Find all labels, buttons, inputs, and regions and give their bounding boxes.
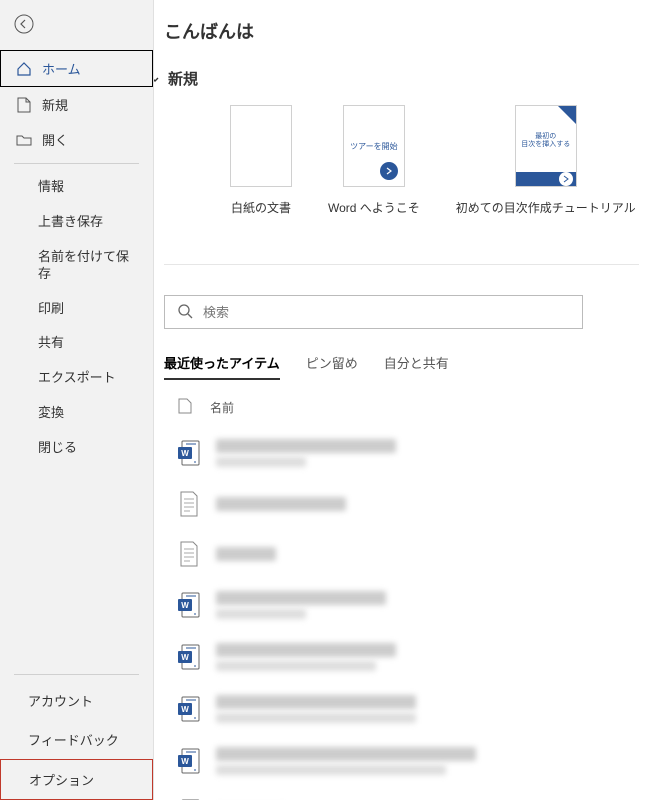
sidebar-item-open[interactable]: 開く (0, 122, 153, 157)
file-name-redacted (216, 439, 396, 467)
file-row[interactable]: W (164, 579, 649, 631)
template-welcome[interactable]: ツアーを開始 Word へようこそ (328, 105, 420, 216)
template-row: 白紙の文書 ツアーを開始 Word へようこそ 最初の 目次を挿入する (230, 105, 639, 216)
word-file-icon: W (178, 748, 200, 774)
file-row[interactable] (164, 529, 649, 579)
main-area: こんばんは 新規 白紙の文書 ツアーを開始 Word へようこそ (154, 0, 649, 800)
svg-text:W: W (181, 449, 189, 458)
file-name-redacted (216, 591, 386, 619)
file-row[interactable]: W (164, 427, 649, 479)
svg-text:W: W (181, 601, 189, 610)
file-name-redacted (216, 547, 276, 561)
file-row[interactable]: W (164, 787, 649, 800)
file-row[interactable]: W (164, 735, 649, 787)
file-name-redacted (216, 695, 416, 723)
arrow-right-icon (559, 172, 573, 186)
text-file-icon (178, 491, 200, 517)
section-new-title: 新規 (168, 68, 198, 89)
corner-fold-icon (558, 106, 576, 124)
tab-shared[interactable]: 自分と共有 (384, 353, 449, 380)
sidebar-item-save[interactable]: 上書き保存 (0, 205, 153, 240)
sidebar-label-home: ホーム (42, 59, 81, 78)
sidebar-item-new[interactable]: 新規 (0, 87, 153, 122)
sidebar-item-info[interactable]: 情報 (0, 170, 153, 205)
back-arrow-icon (14, 14, 34, 34)
sidebar-item-share[interactable]: 共有 (0, 326, 153, 361)
template-welcome-thumb-text: ツアーを開始 (350, 141, 398, 152)
word-file-icon: W (178, 644, 200, 670)
greeting-text: こんばんは (164, 18, 649, 44)
template-blank[interactable]: 白紙の文書 (230, 105, 292, 216)
folder-open-icon (16, 132, 32, 148)
template-blank-thumb (230, 105, 292, 187)
file-name-redacted (216, 643, 396, 671)
search-box[interactable] (164, 295, 583, 329)
file-name-redacted (216, 747, 476, 775)
file-name-redacted (216, 497, 346, 511)
word-file-icon: W (178, 440, 200, 466)
tabs: 最近使ったアイテム ピン留め 自分と共有 (164, 353, 649, 380)
word-file-icon: W (178, 696, 200, 722)
svg-text:W: W (181, 653, 189, 662)
file-row[interactable] (164, 479, 649, 529)
sidebar-label-open: 開く (42, 130, 68, 149)
list-header: 名前 (178, 398, 649, 417)
word-file-icon: W (178, 592, 200, 618)
svg-text:W: W (181, 705, 189, 714)
tab-pinned[interactable]: ピン留め (306, 353, 358, 380)
sidebar-item-home[interactable]: ホーム (0, 50, 153, 87)
sidebar-item-transform[interactable]: 変換 (0, 396, 153, 431)
arrow-right-icon (380, 162, 398, 180)
sidebar-item-feedback[interactable]: フィードバック (0, 720, 153, 759)
sidebar-item-saveas[interactable]: 名前を付けて保存 (0, 240, 153, 292)
section-new-header[interactable]: 新規 (154, 68, 649, 89)
template-toc-thumb-l1: 最初の (535, 133, 556, 140)
sidebar-item-options[interactable]: オプション (0, 759, 153, 800)
sidebar-item-close[interactable]: 閉じる (0, 431, 153, 466)
sidebar-item-print[interactable]: 印刷 (0, 292, 153, 327)
divider (14, 163, 139, 164)
doc-icon (178, 398, 192, 417)
search-input[interactable] (203, 305, 570, 320)
text-file-icon (178, 541, 200, 567)
template-toc[interactable]: 最初の 目次を挿入する 初めての目次作成チュートリアル (456, 105, 636, 216)
template-welcome-label: Word へようこそ (328, 199, 420, 216)
file-row[interactable]: W (164, 631, 649, 683)
sidebar-item-export[interactable]: エクスポート (0, 361, 153, 396)
template-blank-label: 白紙の文書 (231, 199, 291, 216)
tab-recent[interactable]: 最近使ったアイテム (164, 353, 280, 380)
divider (14, 674, 139, 675)
home-icon (16, 61, 32, 77)
chevron-down-icon (154, 72, 162, 86)
search-icon (177, 303, 193, 322)
template-toc-thumb: 最初の 目次を挿入する (515, 105, 577, 187)
column-name: 名前 (210, 399, 234, 416)
svg-text:W: W (181, 757, 189, 766)
new-doc-icon (16, 97, 32, 113)
template-toc-thumb-l2: 目次を挿入する (521, 141, 570, 148)
sidebar: ホーム 新規 開く 情報 上書き保存 名前を付けて保存 印刷 共有 エクスポート… (0, 0, 154, 800)
template-welcome-thumb: ツアーを開始 (343, 105, 405, 187)
file-row[interactable]: W (164, 683, 649, 735)
back-button[interactable] (8, 8, 40, 40)
template-toc-label: 初めての目次作成チュートリアル (456, 199, 636, 216)
sidebar-label-new: 新規 (42, 95, 68, 114)
sidebar-item-account[interactable]: アカウント (0, 681, 153, 720)
file-list: W W W W W (164, 427, 649, 800)
